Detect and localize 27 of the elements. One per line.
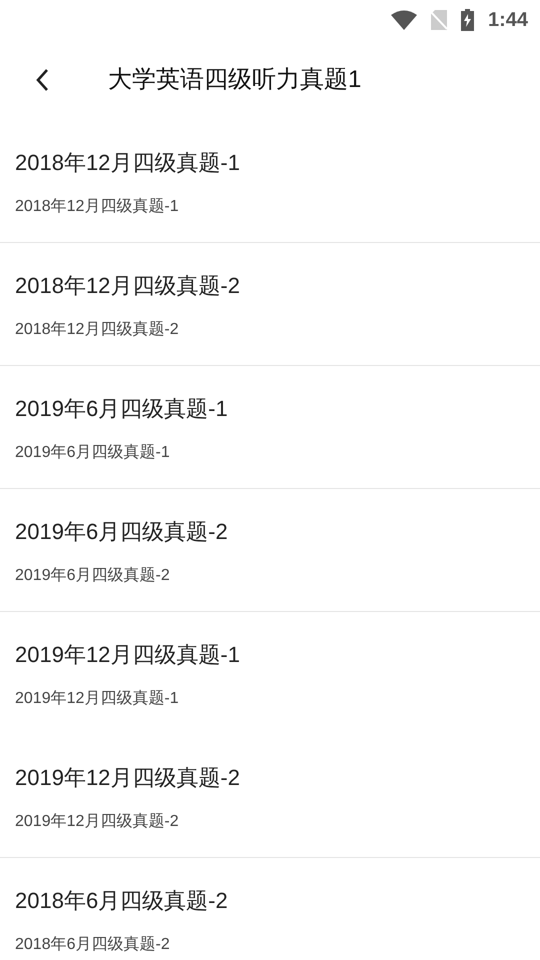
page-title: 大学英语四级听力真题1 — [108, 65, 362, 95]
item-subtitle: 2018年12月四级真题-1 — [15, 197, 180, 217]
item-title: 2018年12月四级真题-2 — [15, 272, 241, 300]
item-title: 2019年12月四级真题-1 — [15, 641, 241, 669]
item-title: 2019年6月四级真题-2 — [15, 518, 229, 546]
item-subtitle: 2018年12月四级真题-2 — [15, 320, 180, 340]
back-icon — [35, 68, 49, 92]
item-title: 2018年12月四级真题-1 — [15, 149, 241, 177]
list-item[interactable]: 2019年12月四级真题-1 2019年12月四级真题-1 — [0, 612, 540, 735]
item-subtitle: 2018年6月四级真题-2 — [15, 935, 171, 955]
item-title: 2019年6月四级真题-1 — [15, 395, 229, 423]
wifi-icon — [390, 10, 417, 30]
battery-charging-icon — [460, 9, 474, 31]
list-item[interactable]: 2018年12月四级真题-2 2018年12月四级真题-2 — [0, 243, 540, 366]
item-subtitle: 2019年6月四级真题-2 — [15, 566, 171, 586]
item-subtitle: 2019年12月四级真题-2 — [15, 812, 180, 832]
list-item[interactable]: 2018年6月四级真题-2 2018年6月四级真题-2 — [0, 858, 540, 955]
item-title: 2019年12月四级真题-2 — [15, 764, 241, 792]
list-item[interactable]: 2019年6月四级真题-2 2019年6月四级真题-2 — [0, 489, 540, 612]
list-item[interactable]: 2019年6月四级真题-1 2019年6月四级真题-1 — [0, 366, 540, 489]
no-sim-icon — [430, 10, 447, 30]
item-subtitle: 2019年6月四级真题-1 — [15, 443, 171, 463]
status-time: 1:44 — [488, 8, 528, 33]
list-item[interactable]: 2019年12月四级真题-2 2019年12月四级真题-2 — [0, 735, 540, 858]
list-item[interactable]: 2018年12月四级真题-1 2018年12月四级真题-1 — [0, 120, 540, 243]
item-subtitle: 2019年12月四级真题-1 — [15, 689, 180, 709]
item-title: 2018年6月四级真题-2 — [15, 887, 229, 915]
